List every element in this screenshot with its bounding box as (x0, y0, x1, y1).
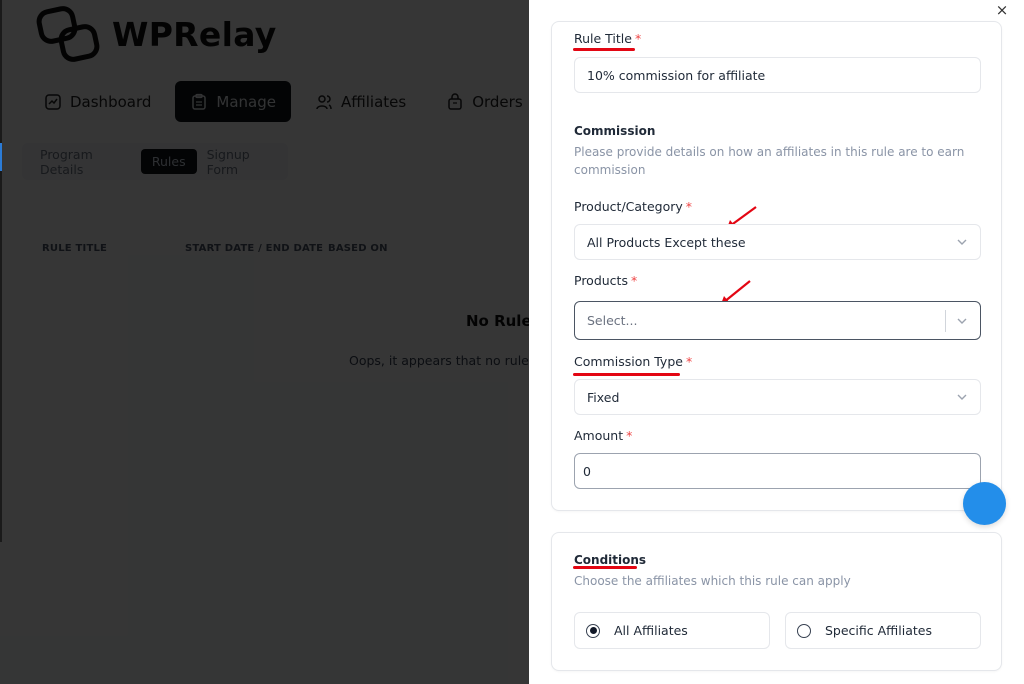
annotation-underline (573, 566, 637, 569)
radio-specific-affiliates[interactable]: Specific Affiliates (785, 612, 981, 649)
product-category-select[interactable]: All Products Except these (574, 224, 981, 260)
chevron-down-icon[interactable] (956, 315, 968, 327)
chat-launcher-button[interactable] (963, 482, 1006, 525)
commission-description: Please provide details on how an affilia… (574, 145, 965, 177)
conditions-heading: Conditions (574, 553, 647, 567)
radio-unchecked-icon[interactable] (797, 623, 811, 638)
rule-title-input[interactable]: 10% commission for affiliate (574, 57, 981, 93)
amount-input[interactable]: 0 (574, 453, 981, 489)
radio-all-affiliates-label: All Affiliates (614, 623, 688, 638)
rule-title-label: Rule Title * (574, 31, 642, 46)
commission-heading: Commission (574, 124, 656, 138)
close-icon[interactable]: × (994, 2, 1010, 18)
rule-editor-panel: × Rule Title * 10% commission for affilia… (529, 0, 1024, 684)
annotation-underline (573, 48, 635, 51)
window-edge (0, 0, 2, 542)
window-edge-highlight (0, 143, 2, 171)
radio-specific-affiliates-label: Specific Affiliates (825, 623, 932, 638)
amount-label: Amount * (574, 428, 633, 443)
products-label: Products * (574, 273, 638, 288)
modal-backdrop[interactable] (0, 0, 529, 684)
product-category-label: Product/Category * (574, 199, 693, 214)
select-separator (945, 310, 946, 332)
chevron-down-icon (957, 239, 967, 245)
commission-type-label: Commission Type * (574, 354, 693, 369)
annotation-underline (573, 373, 680, 376)
chevron-down-icon (957, 394, 967, 400)
conditions-description: Choose the affiliates which this rule ca… (574, 574, 851, 588)
radio-checked-icon[interactable] (586, 623, 600, 638)
products-multiselect[interactable]: Select... (574, 301, 981, 340)
commission-card: Rule Title * 10% commission for affiliate… (551, 21, 1002, 511)
commission-type-select[interactable]: Fixed (574, 379, 981, 415)
radio-all-affiliates[interactable]: All Affiliates (574, 612, 770, 649)
conditions-card: Conditions Choose the affiliates which t… (551, 532, 1002, 671)
